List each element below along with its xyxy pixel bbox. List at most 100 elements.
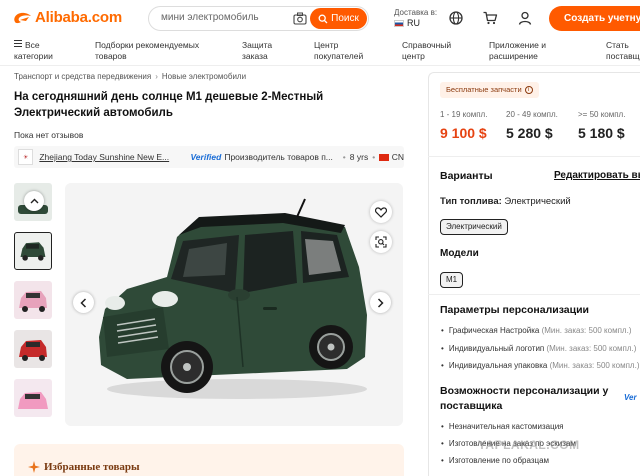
breadcrumb-item[interactable]: Транспорт и средства передвижения (14, 72, 151, 81)
thumbnail-3[interactable] (14, 281, 52, 319)
main-product-image[interactable] (65, 183, 403, 426)
next-image-button[interactable] (370, 292, 391, 313)
thumbnail-car-image (19, 340, 47, 361)
featured-products-section: Избранные товары (14, 444, 404, 476)
favorite-button[interactable] (370, 201, 392, 223)
nav-order-protection[interactable]: Защита заказа (242, 40, 272, 62)
top-nav: Все категории Подборки рекомендуемых тов… (0, 38, 640, 66)
fuel-type-value: Электрический (504, 196, 571, 207)
supplier-name-link[interactable]: Zhejiang Today Sunshine New E... (39, 152, 182, 162)
nav-label: поставщ (606, 51, 640, 61)
price-tier-value: 5 280 $ (506, 125, 553, 141)
personalization-item: Индивидуальный логотип (Мин. заказ: 500 … (441, 344, 637, 353)
globe-icon[interactable] (448, 10, 464, 26)
visual-search-icon (375, 236, 387, 248)
variants-title: Варианты (440, 170, 493, 182)
nav-label: Все (25, 40, 40, 50)
prev-image-button[interactable] (73, 292, 94, 313)
thumbnail-2[interactable] (14, 232, 52, 270)
breadcrumb-separator-icon: › (155, 72, 158, 81)
signup-button[interactable]: Создать учетную з (549, 6, 640, 31)
nav-become-supplier[interactable]: Стать поставщ (606, 40, 640, 62)
chevron-up-icon (30, 198, 38, 204)
search-button[interactable]: Поиск (310, 8, 367, 29)
nav-label: покупателей (314, 51, 364, 61)
nav-help-center[interactable]: Справочный центр (402, 40, 451, 62)
car-image (99, 198, 367, 399)
cart-icon[interactable] (482, 10, 498, 26)
fuel-option-chip[interactable]: Электрический (440, 219, 508, 235)
thumbnail-5[interactable] (14, 379, 52, 417)
logo-text: Alibaba.com (35, 9, 122, 26)
customization-item: Незначительная кастомизация (441, 422, 564, 431)
nav-app-extension[interactable]: Приложение и расширение (489, 40, 546, 62)
verified-badge: Ver (624, 393, 637, 402)
separator-dot: • (342, 152, 346, 162)
nav-buyer-central[interactable]: Центр покупателей (314, 40, 363, 62)
nav-all-categories[interactable]: Все категории (14, 40, 53, 62)
price-tier-value: 5 180 $ (578, 125, 625, 141)
promo-badge: Бесплатные запчасти i (440, 82, 539, 98)
top-header: Alibaba.com Поиск Доставка в: RU Со (0, 0, 640, 36)
promo-text: Бесплатные запчасти (446, 85, 522, 94)
image-search-button[interactable] (370, 231, 392, 253)
thumbnail-1[interactable] (14, 183, 52, 221)
nav-label: расширение (489, 51, 538, 61)
customization-item: Изготовление по образцам (441, 456, 549, 465)
personalization-item-name: Индивидуальная упаковка (448, 361, 548, 370)
personalization-title: Параметры персонализации (440, 304, 589, 316)
nav-label: категории (14, 51, 53, 61)
nav-label: товаров (95, 51, 127, 61)
menu-icon (14, 40, 22, 47)
watermark: YAPLAKAL.COM (478, 438, 580, 452)
verified-badge: Verified (190, 152, 222, 162)
nav-label: Стать (606, 40, 629, 50)
personalization-item-min: (Мин. заказ: 500 компл.) (541, 326, 632, 335)
supplier-years: 8 yrs (349, 152, 369, 162)
nav-label: центр (402, 51, 425, 61)
alibaba-logo[interactable]: Alibaba.com (12, 9, 122, 26)
thumbnail-4[interactable] (14, 330, 52, 368)
personalization-item-min: (Мин. заказ: 500 компл.) (549, 361, 640, 370)
thumbnails-up-button[interactable] (24, 191, 44, 211)
search-input[interactable] (161, 12, 286, 23)
nav-label: заказа (242, 51, 268, 61)
nav-label: Защита (242, 40, 273, 50)
personalization-item: Индивидуальная упаковка (Мин. заказ: 500… (441, 361, 640, 370)
breadcrumb-item[interactable]: Новые электромобили (162, 72, 246, 81)
manufacturer-label: Производитель товаров п... (224, 152, 333, 162)
search-icon (318, 14, 328, 23)
supplier-country: CN (391, 152, 405, 162)
fuel-type-row: Тип топлива: Электрический (440, 196, 571, 207)
deliver-label: Доставка в: (394, 8, 438, 17)
personalization-item-name: Индивидуальный логотип (448, 344, 545, 353)
camera-icon[interactable] (293, 12, 307, 25)
info-icon[interactable]: i (524, 86, 533, 94)
model-option-chip[interactable]: M1 (440, 272, 464, 288)
thumbnail-car-image (18, 392, 48, 409)
search-button-label: Поиск (331, 13, 359, 24)
delivery-selector[interactable]: Доставка в: RU (394, 7, 437, 29)
thumbnail-car-image (19, 291, 47, 312)
chevron-right-icon (377, 297, 384, 308)
price-tier-value: 9 100 $ (440, 125, 487, 141)
user-icon[interactable] (517, 10, 533, 26)
nav-label: Подборки рекомендуемых (95, 40, 200, 50)
divider (428, 156, 640, 157)
russia-flag-icon (394, 20, 404, 27)
fuel-type-label: Тип топлива: (440, 196, 502, 207)
breadcrumb: Транспорт и средства передвижения › Новые … (14, 72, 246, 81)
nav-featured-selections[interactable]: Подборки рекомендуемых товаров (95, 40, 199, 62)
supplier-logo: ☀ (18, 149, 34, 165)
featured-products-title: Избранные товары (28, 461, 140, 473)
models-label: Модели (440, 248, 479, 259)
edit-variants-link[interactable]: Редактировать вы (554, 170, 640, 181)
supplier-bar: ☀ Zhejiang Today Sunshine New E... Verif… (14, 146, 404, 168)
personalization-item: Графическая Настройка (Мин. заказ: 500 к… (441, 326, 632, 335)
nav-label: Приложение и (489, 40, 546, 50)
country-code: RU (407, 18, 420, 28)
heart-icon (375, 206, 387, 218)
thumbnail-list (14, 183, 53, 428)
thumbnail-car-image (20, 242, 46, 261)
featured-label-text: Избранные товары (44, 461, 140, 473)
